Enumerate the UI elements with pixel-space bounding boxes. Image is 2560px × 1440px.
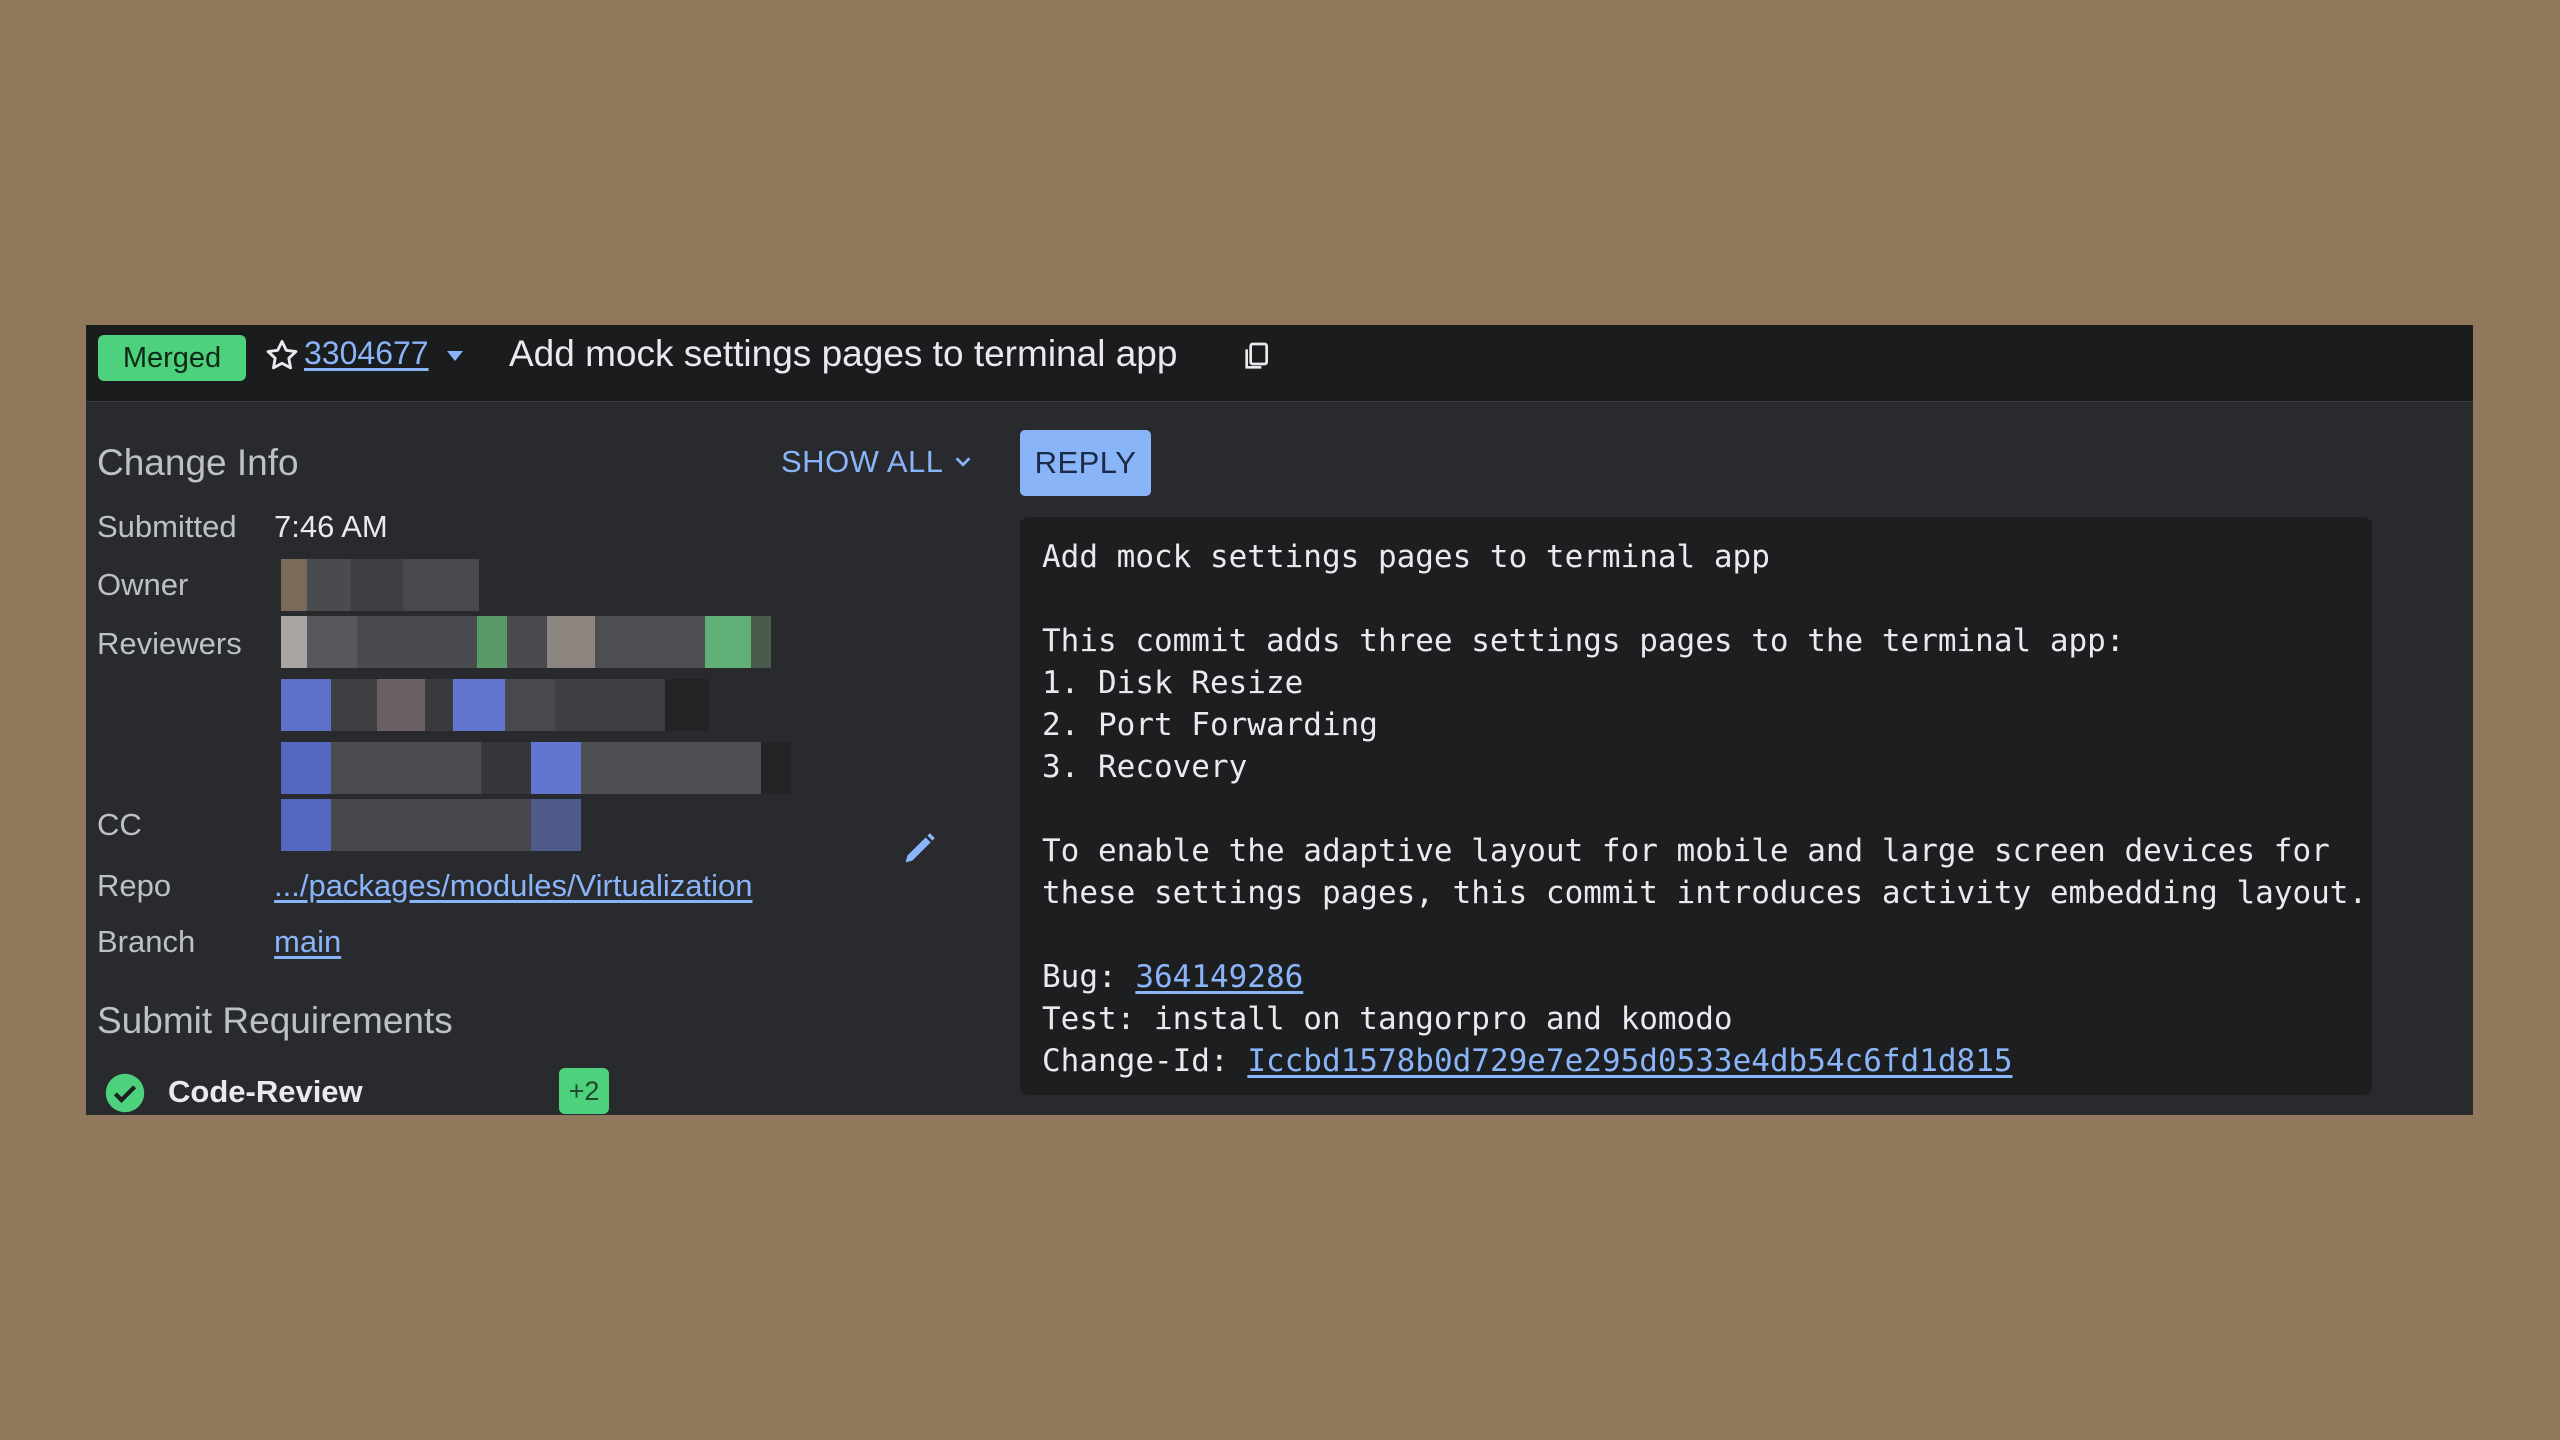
pixel-block (281, 559, 307, 611)
commit-list-item: 3. Recovery (1042, 749, 1248, 785)
pixel-block (281, 679, 331, 731)
pixel-block (547, 616, 595, 668)
commit-message-panel: Add mock settings pages to terminal app … (1020, 517, 2372, 1095)
pixel-block (351, 559, 403, 611)
pixel-block (403, 559, 479, 611)
pixel-block (481, 742, 531, 794)
vote-badge: +2 (559, 1068, 609, 1114)
test-line: Test: install on tangorpro and komodo (1042, 1001, 1733, 1037)
pixel-block (331, 679, 377, 731)
pixel-block (281, 742, 331, 794)
bug-link[interactable]: 364149286 (1135, 959, 1303, 995)
pixel-block (331, 742, 481, 794)
show-all-button[interactable]: SHOW ALL (781, 444, 974, 480)
change-header-bar: Merged 3304677 Add mock settings pages t… (86, 325, 2473, 402)
submit-requirements-heading: Submit Requirements (97, 1000, 453, 1041)
pixel-block (331, 799, 531, 851)
pixel-block (705, 616, 751, 668)
change-info-heading: Change Info (97, 442, 299, 483)
reply-button[interactable]: REPLY (1020, 430, 1151, 496)
star-icon[interactable] (263, 337, 301, 375)
submitted-value: 7:46 AM (274, 509, 388, 544)
reviewers-redacted-row3 (281, 742, 791, 794)
branch-label: Branch (97, 924, 196, 959)
change-number-dropdown-icon[interactable] (447, 351, 463, 361)
change-id-label: Change-Id: (1042, 1043, 1248, 1079)
pixel-block (307, 559, 351, 611)
reviewers-label: Reviewers (97, 626, 242, 661)
pixel-block (555, 679, 665, 731)
requirement-label: Code-Review (168, 1074, 363, 1109)
pixel-block (281, 799, 331, 851)
commit-list-item: 1. Disk Resize (1042, 665, 1304, 701)
commit-list-item: 2. Port Forwarding (1042, 707, 1378, 743)
branch-link[interactable]: main (274, 924, 341, 960)
pixel-block (665, 679, 709, 731)
cc-redacted (281, 799, 581, 851)
pixel-block (425, 679, 453, 731)
change-id-line: Change-Id: Iccbd1578b0d729e7e295d0533e4d… (1042, 1043, 2013, 1079)
pixel-block (505, 679, 555, 731)
pixel-block (477, 616, 507, 668)
owner-redacted (281, 559, 479, 611)
change-info-panel: Change Info SHOW ALL Submitted 7:46 AM O… (86, 402, 1016, 1115)
status-badge: Merged (98, 335, 246, 381)
chevron-down-icon (955, 457, 970, 467)
pixel-block (281, 616, 307, 668)
reviewers-redacted-row1 (281, 616, 771, 668)
pixel-block (531, 742, 581, 794)
change-number-link[interactable]: 3304677 (304, 335, 429, 372)
owner-label: Owner (97, 567, 189, 602)
submitted-label: Submitted (97, 509, 237, 544)
change-title: Add mock settings pages to terminal app (509, 333, 1178, 374)
commit-intro: This commit adds three settings pages to… (1042, 623, 2125, 659)
check-circle-icon (105, 1073, 145, 1113)
pixel-block (761, 742, 791, 794)
pixel-block (595, 616, 705, 668)
bug-line: Bug: 364149286 (1042, 959, 1303, 995)
requirement-row-code-review[interactable]: Code-Review +2 (104, 1068, 644, 1115)
pixel-block (453, 679, 505, 731)
commit-subject: Add mock settings pages to terminal app (1042, 539, 1770, 575)
pixel-block (307, 616, 357, 668)
change-id-link[interactable]: Iccbd1578b0d729e7e295d0533e4db54c6fd1d81… (1247, 1043, 2012, 1079)
commit-paragraph-line: To enable the adaptive layout for mobile… (1042, 833, 2330, 869)
pixel-block (357, 616, 477, 668)
copy-icon[interactable] (1240, 340, 1272, 372)
repo-link[interactable]: .../packages/modules/Virtualization (274, 868, 752, 904)
pixel-block (377, 679, 425, 731)
repo-label: Repo (97, 868, 172, 903)
edit-icon[interactable] (899, 829, 939, 869)
bug-label: Bug: (1042, 959, 1136, 995)
show-all-label: SHOW ALL (781, 444, 944, 479)
pixel-block (507, 616, 547, 668)
pixel-block (751, 616, 771, 668)
reviewers-redacted-row2 (281, 679, 709, 731)
cc-label: CC (97, 807, 142, 842)
commit-paragraph-line: these settings pages, this commit introd… (1042, 875, 2368, 911)
pixel-block (531, 799, 581, 851)
gerrit-change-window: Merged 3304677 Add mock settings pages t… (86, 325, 2473, 1115)
pixel-block (581, 742, 761, 794)
